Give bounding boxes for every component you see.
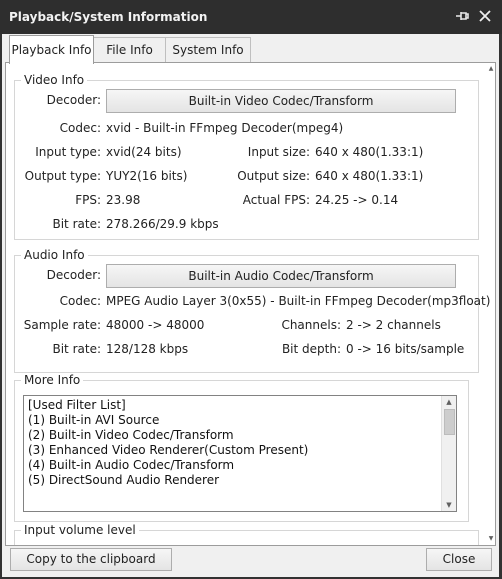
list-scroll-thumb[interactable] <box>444 409 455 435</box>
tab-file-info[interactable]: File Info <box>93 37 166 62</box>
list-item: (4) Built-in Audio Codec/Transform <box>28 458 235 472</box>
audio-bitrate-label: Bit rate: <box>52 342 101 356</box>
sample-rate-value: 48000 -> 48000 <box>106 318 205 332</box>
video-decoder-label: Decoder: <box>46 93 101 107</box>
output-type-label: Output type: <box>24 169 101 183</box>
fps-label: FPS: <box>75 193 101 207</box>
fps-value: 23.98 <box>106 193 141 207</box>
audio-decoder-button[interactable]: Built-in Audio Codec/Transform <box>106 264 456 288</box>
audio-codec-label: Codec: <box>59 294 101 308</box>
audio-decoder-label: Decoder: <box>46 268 101 282</box>
scroll-down-icon[interactable]: ▼ <box>442 499 456 511</box>
copy-to-clipboard-button[interactable]: Copy to the clipboard <box>10 548 172 571</box>
video-codec-label: Codec: <box>59 121 101 135</box>
bit-depth-value: 0 -> 16 bits/sample <box>346 342 465 356</box>
output-size-value: 640 x 480(1.33:1) <box>315 169 424 183</box>
filter-list-text: [Used Filter List] (1) Built-in AVI Sour… <box>28 398 308 488</box>
output-type-value: YUY2(16 bits) <box>106 169 188 183</box>
video-decoder-button[interactable]: Built-in Video Codec/Transform <box>106 89 456 113</box>
list-item: (2) Built-in Video Codec/Transform <box>28 428 234 442</box>
input-size-label: Input size: <box>247 145 310 159</box>
input-volume-title: Input volume level <box>21 523 139 537</box>
list-scrollbar[interactable]: ▲ ▼ <box>441 396 456 511</box>
channels-label: Channels: <box>281 318 341 332</box>
input-type-label: Input type: <box>35 145 101 159</box>
info-window: Playback/System Information Playback Inf… <box>0 0 502 579</box>
playback-info-panel: Video Info Decoder: Built-in Video Codec… <box>5 62 496 546</box>
input-size-value: 640 x 480(1.33:1) <box>315 145 424 159</box>
filter-list-box[interactable]: [Used Filter List] (1) Built-in AVI Sour… <box>23 395 457 512</box>
list-item: (3) Enhanced Video Renderer(Custom Prese… <box>28 443 309 457</box>
dialog-body: Playback Info File Info System Info Vide… <box>2 34 499 577</box>
more-info-title: More Info <box>21 373 84 387</box>
video-bitrate-value: 278.266/29.9 kbps <box>106 217 219 231</box>
audio-codec-value: MPEG Audio Layer 3(0x55) - Built-in FFmp… <box>106 294 491 308</box>
audio-info-title: Audio Info <box>21 248 88 262</box>
input-volume-group: Input volume level <box>14 523 479 545</box>
video-info-group: Video Info Decoder: Built-in Video Codec… <box>14 73 479 240</box>
more-info-group: More Info [Used Filter List] (1) Built-i… <box>14 373 469 522</box>
list-item: (5) DirectSound Audio Renderer <box>28 473 220 487</box>
list-item: (1) Built-in AVI Source <box>28 413 160 427</box>
actual-fps-value: 24.25 -> 0.14 <box>315 193 399 207</box>
scroll-up-icon[interactable]: ▲ <box>442 396 456 408</box>
video-bitrate-label: Bit rate: <box>52 217 101 231</box>
video-codec-value: xvid - Built-in FFmpeg Decoder(mpeg4) <box>106 121 344 135</box>
bit-depth-label: Bit depth: <box>281 342 341 356</box>
sample-rate-label: Sample rate: <box>23 318 101 332</box>
close-icon[interactable] <box>476 8 494 26</box>
audio-bitrate-value: 128/128 kbps <box>106 342 189 356</box>
actual-fps-label: Actual FPS: <box>242 193 310 207</box>
audio-info-group: Audio Info Decoder: Built-in Audio Codec… <box>14 248 490 373</box>
video-info-title: Video Info <box>21 73 88 87</box>
panel-scroll-up-icon[interactable]: ▲ <box>487 63 495 75</box>
panel-scrollbar[interactable]: ▲ ▼ <box>487 63 495 545</box>
panel-scroll-down-icon[interactable]: ▼ <box>487 533 495 545</box>
pin-icon[interactable] <box>454 9 470 25</box>
input-type-value: xvid(24 bits) <box>106 145 182 159</box>
channels-value: 2 -> 2 channels <box>346 318 441 332</box>
window-title: Playback/System Information <box>9 10 208 24</box>
output-size-label: Output size: <box>237 169 310 183</box>
footer-bar: Copy to the clipboard Close <box>2 547 499 577</box>
tab-playback-info[interactable]: Playback Info <box>9 35 94 64</box>
close-button[interactable]: Close <box>426 548 492 571</box>
title-bar[interactable]: Playback/System Information <box>0 0 502 34</box>
tab-system-info[interactable]: System Info <box>165 37 251 62</box>
list-item: [Used Filter List] <box>28 398 126 412</box>
